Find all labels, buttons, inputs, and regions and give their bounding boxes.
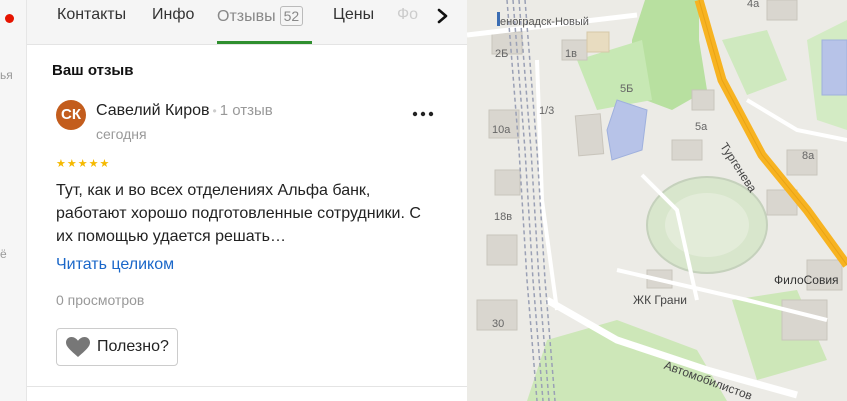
map-label-building: 8а	[802, 150, 815, 162]
tabs-scroll-right-button[interactable]	[429, 3, 457, 31]
separator-dot: •	[212, 104, 217, 118]
tab-bar: Контакты Инфо Отзывы 52 Цены Фо	[27, 0, 467, 45]
review-date: сегодня	[96, 126, 147, 142]
map-label-building: 30	[492, 318, 505, 330]
map-label-building: 5а	[695, 121, 708, 133]
heart-icon	[66, 337, 90, 357]
notification-dot	[5, 14, 14, 23]
tab-photos[interactable]: Фо	[397, 6, 418, 24]
map-label-building: 1/3	[539, 105, 555, 117]
divider	[27, 386, 467, 387]
left-edge-text: ья	[0, 68, 13, 82]
left-edge-text: ё	[0, 247, 7, 261]
map-label-building: 4а	[747, 0, 760, 10]
tab-label: Контакты	[57, 6, 127, 23]
organization-panel: Контакты Инфо Отзывы 52 Цены Фо Ваш отзыв…	[27, 0, 467, 401]
map-label-building: 1в	[565, 48, 577, 60]
reviews-count-badge: 52	[279, 6, 304, 26]
ellipsis-icon	[412, 111, 434, 117]
tab-reviews[interactable]: Отзывы 52	[217, 6, 304, 26]
useful-button[interactable]: Полезно?	[56, 328, 178, 366]
tab-label: Фо	[397, 6, 419, 23]
map-label-building: 2Б	[495, 48, 509, 60]
author-name[interactable]: Савелий Киров	[96, 102, 210, 119]
views-count: 0 просмотров	[56, 292, 145, 308]
read-more-link[interactable]: Читать целиком	[56, 256, 174, 274]
tab-label: Отзывы	[217, 8, 276, 25]
map-label-place: ЖК Грани	[633, 293, 687, 307]
more-options-button[interactable]	[411, 104, 435, 128]
rating-stars: ★★★★★	[56, 158, 111, 170]
map[interactable]: еноградск-Новый 4а 2Б 1в 5Б 1/3 10а 5а 8…	[467, 0, 847, 401]
review-text: Тут, как и во всех отделениях Альфа банк…	[56, 182, 421, 245]
tab-label: Цены	[333, 6, 375, 23]
map-canvas	[467, 0, 847, 401]
tab-info[interactable]: Инфо	[152, 6, 194, 24]
section-title: Ваш отзыв	[52, 62, 134, 79]
map-label-building: 10а	[492, 124, 511, 136]
map-label-building: 18в	[494, 211, 513, 223]
tab-label: Инфо	[152, 6, 195, 23]
tab-contacts[interactable]: Контакты	[57, 6, 126, 24]
left-panel-edge: ья ё	[0, 0, 27, 401]
chevron-right-icon	[437, 8, 448, 24]
map-label-station: еноградск-Новый	[500, 16, 589, 28]
review-author-line: Савелий Киров • 1 отзыв	[96, 102, 273, 120]
map-label-place: ФилоСовия	[774, 273, 839, 287]
active-tab-indicator	[217, 41, 312, 44]
tab-prices[interactable]: Цены	[333, 6, 374, 24]
author-review-count: 1 отзыв	[219, 102, 273, 119]
useful-button-label: Полезно?	[97, 338, 169, 355]
map-label-building: 5Б	[620, 83, 634, 95]
avatar[interactable]: СК	[56, 100, 86, 130]
